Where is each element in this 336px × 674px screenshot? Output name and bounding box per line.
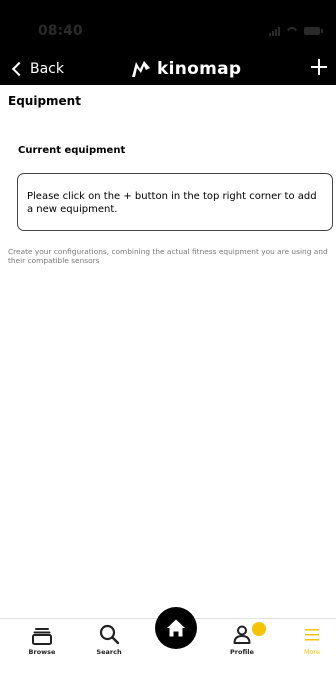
home-button[interactable] [155, 607, 197, 649]
tab-browse-label: Browse [28, 648, 56, 656]
menu-icon [305, 629, 319, 641]
navigation-bar: Back kinomap [0, 52, 336, 85]
kinomap-logo-icon [132, 60, 150, 77]
section-title: Current equipment [18, 145, 126, 156]
battery-icon [304, 27, 323, 35]
page-title: Equipment [8, 94, 81, 108]
chevron-left-icon [11, 61, 27, 76]
tab-search-label: Search [96, 648, 122, 656]
add-equipment-button[interactable] [311, 59, 327, 75]
empty-equipment-notice: Please click on the + button in the top … [17, 173, 333, 231]
wifi-icon [286, 25, 298, 37]
search-icon [99, 624, 120, 645]
back-button[interactable]: Back [10, 52, 64, 85]
tab-search[interactable]: Search [79, 619, 139, 674]
brand-name: kinomap [157, 58, 242, 79]
back-label: Back [30, 60, 64, 77]
home-icon [167, 619, 185, 637]
tab-more[interactable]: More [282, 619, 336, 674]
signal-icon [269, 26, 280, 36]
brand-logo: kinomap [131, 52, 241, 85]
status-bar: 08:40 [0, 0, 336, 52]
hint-text: Create your configurations, combining th… [8, 247, 328, 265]
notification-badge [252, 622, 266, 636]
status-time: 08:40 [38, 23, 83, 39]
tab-profile-label: Profile [230, 648, 254, 656]
tab-browse[interactable]: Browse [12, 619, 72, 674]
tab-more-label: More [303, 648, 321, 656]
notice-text: Please click on the + button in the top … [27, 191, 317, 215]
status-icons [269, 25, 323, 37]
profile-icon [233, 625, 251, 644]
browse-icon [32, 628, 52, 645]
